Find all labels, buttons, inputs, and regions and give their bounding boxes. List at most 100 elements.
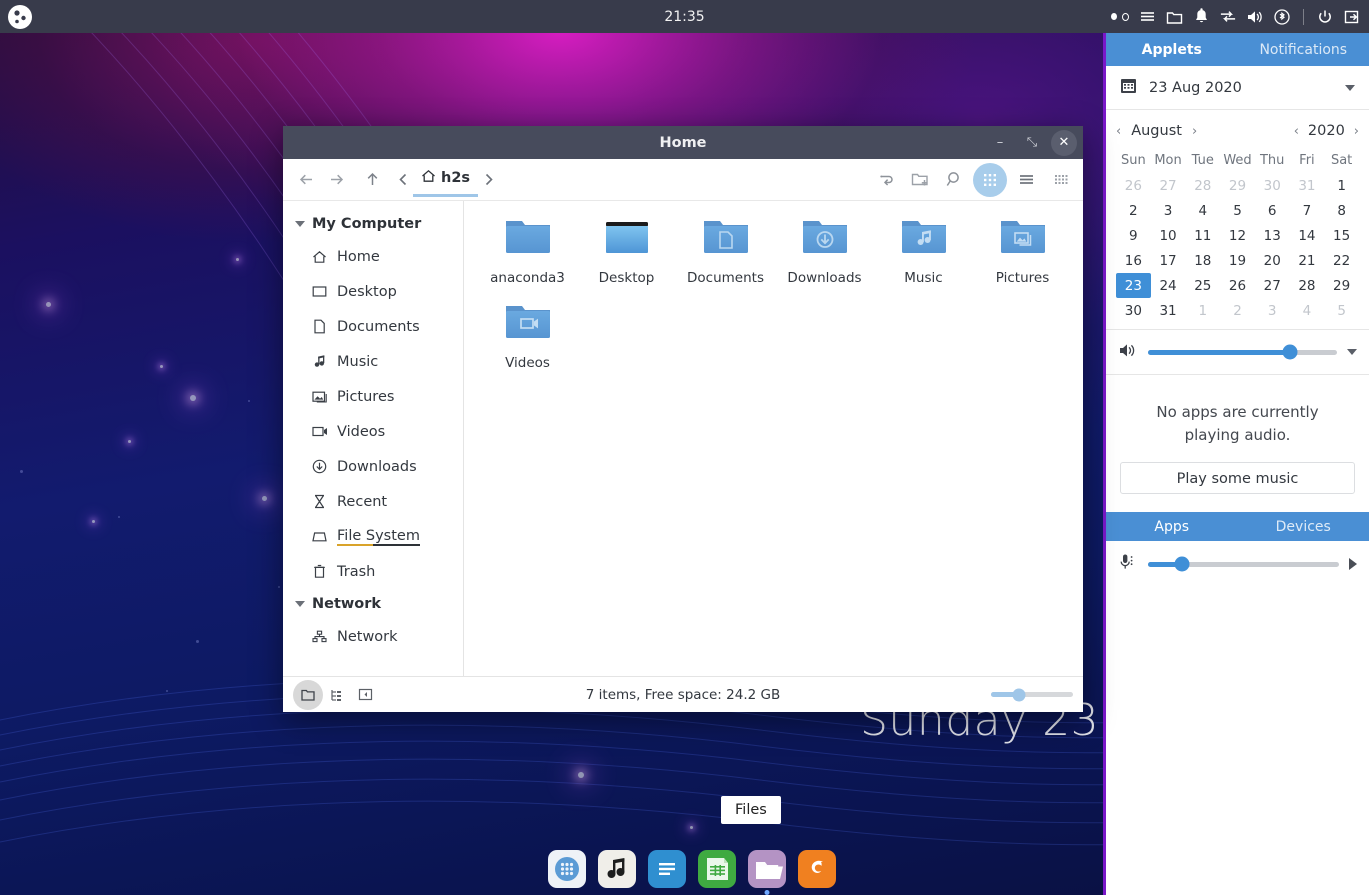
next-month-button[interactable]: › [1192,124,1197,139]
logout-icon[interactable] [1343,8,1361,26]
file-item[interactable]: Videos [478,300,577,371]
date-row[interactable]: 23 Aug 2020 [1106,66,1369,110]
microphone-slider-row[interactable] [1106,541,1369,587]
calendar-day[interactable]: 29 [1324,273,1359,298]
calendar-day[interactable]: 3 [1151,198,1186,223]
app-grid-icon[interactable] [548,850,586,888]
calendar-day[interactable]: 19 [1220,248,1255,273]
files-icon[interactable] [748,850,786,888]
calendar-day-selected[interactable]: 23 [1116,273,1151,298]
next-year-button[interactable]: › [1354,124,1359,139]
calendar-day[interactable]: 16 [1116,248,1151,273]
calendar-day[interactable]: 4 [1290,298,1325,323]
tab-devices[interactable]: Devices [1238,512,1369,541]
bell-icon[interactable] [1192,8,1210,26]
search-icon[interactable] [939,165,969,195]
calendar-day[interactable]: 27 [1255,273,1290,298]
compact-view-icon[interactable] [1045,165,1075,195]
icon-view-icon[interactable] [973,162,1007,197]
speaker-icon[interactable] [1118,342,1138,363]
calendar-day[interactable]: 15 [1324,223,1359,248]
sidebar-item-music[interactable]: Music [283,344,463,379]
triangle-right-icon[interactable] [1349,558,1357,570]
calendar-day[interactable]: 1 [1185,298,1220,323]
calendar-day[interactable]: 11 [1185,223,1220,248]
chevron-down-icon[interactable] [1345,84,1355,91]
calendar-grid[interactable]: Sun Mon Tue Wed Thu Fri Sat 26 27 28 29 30 31 1 2 3 4 5 6 7… [1116,148,1359,323]
calendar-day[interactable]: 7 [1290,198,1325,223]
menu-icon[interactable] [1138,8,1156,26]
calendar-day[interactable]: 28 [1185,173,1220,198]
calendar-day[interactable]: 25 [1185,273,1220,298]
sidebar-section-network[interactable]: Network [283,589,463,619]
sidebar-item-videos[interactable]: Videos [283,414,463,449]
folder-icon[interactable] [1165,8,1183,26]
calendar-day[interactable]: 4 [1185,198,1220,223]
sidebar-item-desktop[interactable]: Desktop [283,274,463,309]
tab-applets[interactable]: Applets [1106,33,1238,66]
calendar-day[interactable]: 21 [1290,248,1325,273]
sidebar-item-recent[interactable]: Recent [283,484,463,519]
calendar-day[interactable]: 6 [1255,198,1290,223]
calendar-day[interactable]: 28 [1290,273,1325,298]
sidebar-item-pictures[interactable]: Pictures [283,379,463,414]
close-button[interactable]: ✕ [1051,129,1077,156]
volume-expand-chevron-down-icon[interactable] [1347,349,1357,355]
sidebar-section-my-computer[interactable]: My Computer [283,209,463,239]
sidebar-toggle-icon[interactable] [351,681,379,709]
calendar-day[interactable]: 26 [1220,273,1255,298]
prev-year-button[interactable]: ‹ [1294,124,1299,139]
network-icon[interactable] [1219,8,1237,26]
arrow-up-icon[interactable] [357,165,387,195]
volume-slider-row[interactable] [1106,329,1369,375]
calendar-day[interactable]: 2 [1116,198,1151,223]
tree-view-icon[interactable] [323,681,351,709]
sidebar-item-network[interactable]: Network [283,619,463,654]
calendar-day[interactable]: 30 [1255,173,1290,198]
folder-view-icon[interactable] [293,679,323,710]
calendar-day[interactable]: 24 [1151,273,1186,298]
volume-icon[interactable] [1246,8,1264,26]
sidebar-item-home[interactable]: Home [283,239,463,274]
file-item[interactable]: Documents [676,215,775,286]
calendar-day[interactable]: 14 [1290,223,1325,248]
calendar-day[interactable]: 26 [1116,173,1151,198]
writer-icon[interactable] [648,850,686,888]
microphone-slider[interactable] [1148,556,1339,572]
file-item[interactable]: anaconda3 [478,215,577,286]
zoom-slider[interactable] [991,688,1073,701]
workspace-indicator-icon[interactable] [1111,8,1129,26]
play-some-music-button[interactable]: Play some music [1120,462,1355,494]
bluetooth-icon[interactable] [1273,8,1291,26]
file-item[interactable]: Downloads [775,215,874,286]
distro-logo-icon[interactable] [8,4,32,29]
reload-icon[interactable] [871,165,901,195]
calendar-day[interactable]: 22 [1324,248,1359,273]
volume-slider[interactable] [1148,344,1337,360]
calc-icon[interactable] [698,850,736,888]
prev-month-button[interactable]: ‹ [1116,124,1121,139]
calendar-day[interactable]: 17 [1151,248,1186,273]
crumb-next-chevron-right-icon[interactable] [478,165,498,195]
tab-notifications[interactable]: Notifications [1238,33,1369,66]
calendar-day[interactable]: 29 [1220,173,1255,198]
firefox-icon[interactable] [798,850,836,888]
calendar-day[interactable]: 13 [1255,223,1290,248]
calendar-day[interactable]: 5 [1220,198,1255,223]
file-item[interactable]: Desktop [577,215,676,286]
calendar-day[interactable]: 1 [1324,173,1359,198]
file-item[interactable]: Music [874,215,973,286]
window-titlebar[interactable]: Home – ⤡ ✕ [283,126,1083,159]
calendar-day[interactable]: 3 [1255,298,1290,323]
maximize-button[interactable]: ⤡ [1019,130,1045,156]
calendar-day[interactable]: 30 [1116,298,1151,323]
calendar-day[interactable]: 18 [1185,248,1220,273]
breadcrumb-item-h2s[interactable]: h2s [413,163,479,197]
calendar-day[interactable]: 27 [1151,173,1186,198]
calendar-day[interactable]: 31 [1290,173,1325,198]
calendar-day[interactable]: 10 [1151,223,1186,248]
new-folder-icon[interactable] [905,165,935,195]
calendar-day[interactable]: 2 [1220,298,1255,323]
arrow-right-icon[interactable] [321,165,351,195]
arrow-left-icon[interactable] [291,165,321,195]
